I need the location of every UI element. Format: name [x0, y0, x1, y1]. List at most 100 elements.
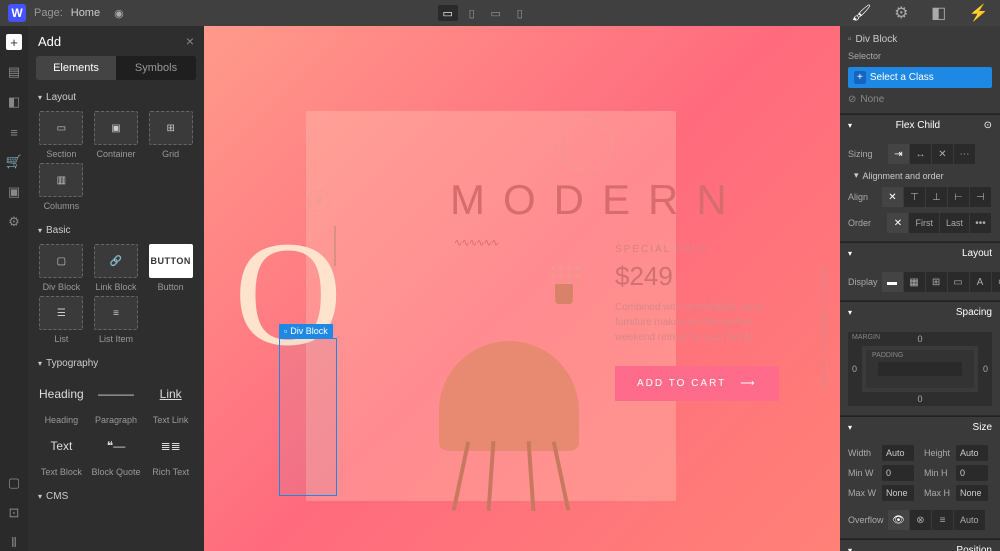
- section-header-basic[interactable]: Basic: [28, 219, 204, 240]
- section-header-typography[interactable]: Typography: [28, 352, 204, 373]
- interactions-bolt-icon[interactable]: ⚡: [969, 3, 989, 23]
- sale-text-block: SPECIAL SALE $249 Combined with comforta…: [615, 244, 775, 345]
- element-grid[interactable]: ⊞Grid: [145, 111, 196, 159]
- element-text-block[interactable]: TextText Block: [36, 429, 87, 477]
- add-elements-icon[interactable]: +: [6, 34, 22, 50]
- assets-icon[interactable]: ▣: [6, 184, 22, 200]
- device-desktop-icon[interactable]: ▭: [438, 5, 458, 21]
- display-inline-block-icon[interactable]: ▭: [948, 272, 970, 292]
- inherit-icon: ⊘: [848, 94, 856, 105]
- element-section[interactable]: ▭Section: [36, 111, 87, 159]
- margin-bottom-value[interactable]: 0: [917, 394, 922, 404]
- audits-icon[interactable]: ▢: [6, 475, 22, 491]
- grid-toggle-icon[interactable]: ⊡: [6, 505, 22, 521]
- display-grid-icon[interactable]: ⊞: [926, 272, 948, 292]
- device-tablet-icon[interactable]: ▯: [462, 5, 482, 21]
- sizing-none-icon[interactable]: ✕: [932, 144, 954, 164]
- display-block-icon[interactable]: ▬: [882, 272, 904, 292]
- element-heading[interactable]: HeadingHeading: [36, 377, 87, 425]
- device-breakpoints: ▭ ▯ ▭ ▯: [438, 5, 530, 21]
- overflow-scroll-icon[interactable]: ≡: [932, 510, 954, 530]
- style-manager-icon[interactable]: ◧: [931, 3, 946, 23]
- device-mobile-icon[interactable]: ▯: [510, 5, 530, 21]
- order-more-icon[interactable]: •••: [970, 213, 992, 233]
- margin-right-value[interactable]: 0: [983, 364, 988, 374]
- minh-input[interactable]: [956, 465, 988, 481]
- tab-elements[interactable]: Elements: [36, 56, 116, 80]
- element-block-quote[interactable]: ❝—Block Quote: [91, 429, 142, 477]
- close-icon[interactable]: ×: [186, 33, 194, 49]
- page-name[interactable]: Home: [71, 7, 100, 19]
- element-list-item[interactable]: ≡List Item: [91, 296, 142, 344]
- settings-gear-icon[interactable]: ⚙: [6, 214, 22, 230]
- element-paragraph[interactable]: ———Paragraph: [91, 377, 142, 425]
- overflow-auto-button[interactable]: Auto: [954, 510, 986, 530]
- display-none-icon[interactable]: ⊘: [992, 272, 1000, 292]
- maxh-input[interactable]: [956, 485, 988, 501]
- align-start-icon[interactable]: ⊤: [904, 187, 926, 207]
- display-inline-icon[interactable]: A: [970, 272, 992, 292]
- section-header-size[interactable]: Size: [840, 416, 1000, 438]
- select-class-button[interactable]: + Select a Class: [848, 67, 992, 88]
- add-to-cart-button[interactable]: ADD TO CART ⟶: [615, 366, 779, 401]
- element-div-block[interactable]: ▢Div Block: [36, 244, 87, 292]
- style-brush-icon[interactable]: 🖌: [851, 3, 871, 23]
- element-link-block[interactable]: 🔗Link Block: [91, 244, 142, 292]
- design-canvas[interactable]: R O MODERN ∿∿∿∿∿∿ SPECIAL SALE $249 Comb…: [204, 26, 840, 551]
- selection-outline[interactable]: [279, 338, 337, 496]
- overflow-label: Overflow: [848, 515, 884, 525]
- order-last-button[interactable]: Last: [940, 213, 970, 233]
- element-settings-gear-icon[interactable]: ⚙: [894, 3, 908, 23]
- order-none-icon[interactable]: ✕: [887, 213, 909, 233]
- section-header-layout[interactable]: Layout: [28, 86, 204, 107]
- preview-eye-icon[interactable]: ◉: [114, 7, 124, 20]
- element-text-link[interactable]: LinkText Link: [145, 377, 196, 425]
- margin-top-value[interactable]: 0: [917, 334, 922, 344]
- sizing-grow-icon[interactable]: ↔: [910, 144, 932, 164]
- overflow-hidden-icon[interactable]: ⊗: [910, 510, 932, 530]
- locate-icon[interactable]: ⊙: [984, 120, 992, 131]
- sizing-more-icon[interactable]: ⋯: [954, 144, 976, 164]
- section-header-cms[interactable]: CMS: [28, 485, 204, 506]
- section-header-layout[interactable]: Layout: [840, 242, 1000, 264]
- padding-label: PADDING: [872, 352, 903, 359]
- navigator-icon[interactable]: ◧: [6, 94, 22, 110]
- minw-input[interactable]: [882, 465, 914, 481]
- tab-symbols[interactable]: Symbols: [116, 56, 196, 80]
- sizing-shrink-icon[interactable]: ⇥: [888, 144, 910, 164]
- section-header-spacing[interactable]: Spacing: [840, 301, 1000, 323]
- overflow-visible-icon[interactable]: 👁: [888, 510, 910, 530]
- pages-icon[interactable]: ▤: [6, 64, 22, 80]
- element-rich-text[interactable]: ≣≣Rich Text: [145, 429, 196, 477]
- section-header-flex-child[interactable]: Flex Child ⊙: [840, 114, 1000, 136]
- minh-label: Min H: [924, 468, 950, 478]
- align-end-icon[interactable]: ⊢: [948, 187, 970, 207]
- element-columns[interactable]: ▥Columns: [36, 163, 87, 211]
- cms-icon[interactable]: ≡: [6, 124, 22, 140]
- element-container[interactable]: ▣Container: [91, 111, 142, 159]
- selection-tag[interactable]: ▫ Div Block: [279, 324, 333, 338]
- order-first-button[interactable]: First: [909, 213, 940, 233]
- chair-image: [419, 301, 599, 511]
- webflow-logo[interactable]: W: [8, 4, 26, 22]
- margin-left-value[interactable]: 0: [852, 364, 857, 374]
- section-header-position[interactable]: Position: [840, 539, 1000, 551]
- align-center-icon[interactable]: ⊥: [926, 187, 948, 207]
- minw-label: Min W: [848, 468, 876, 478]
- width-input[interactable]: [882, 445, 914, 461]
- measure-icon[interactable]: ⫴: [6, 535, 22, 551]
- sale-description: Combined with comfortable, easy furnitur…: [615, 300, 775, 345]
- overflow-button-group: 👁 ⊗ ≡ Auto: [888, 510, 986, 530]
- ecommerce-icon[interactable]: 🛒: [6, 154, 22, 170]
- spacing-editor[interactable]: MARGIN PADDING 0 0 0 0: [848, 332, 992, 406]
- display-flex-icon[interactable]: ▦: [904, 272, 926, 292]
- element-list[interactable]: ☰List: [36, 296, 87, 344]
- add-panel-title: Add: [38, 34, 61, 49]
- align-stretch-icon[interactable]: ⊣: [970, 187, 992, 207]
- height-input[interactable]: [956, 445, 988, 461]
- device-tablet-land-icon[interactable]: ▭: [486, 5, 506, 21]
- align-none-icon[interactable]: ✕: [882, 187, 904, 207]
- element-button[interactable]: BUTTONButton: [145, 244, 196, 292]
- maxw-input[interactable]: [882, 485, 914, 501]
- decorative-circle-stamp: [559, 118, 613, 172]
